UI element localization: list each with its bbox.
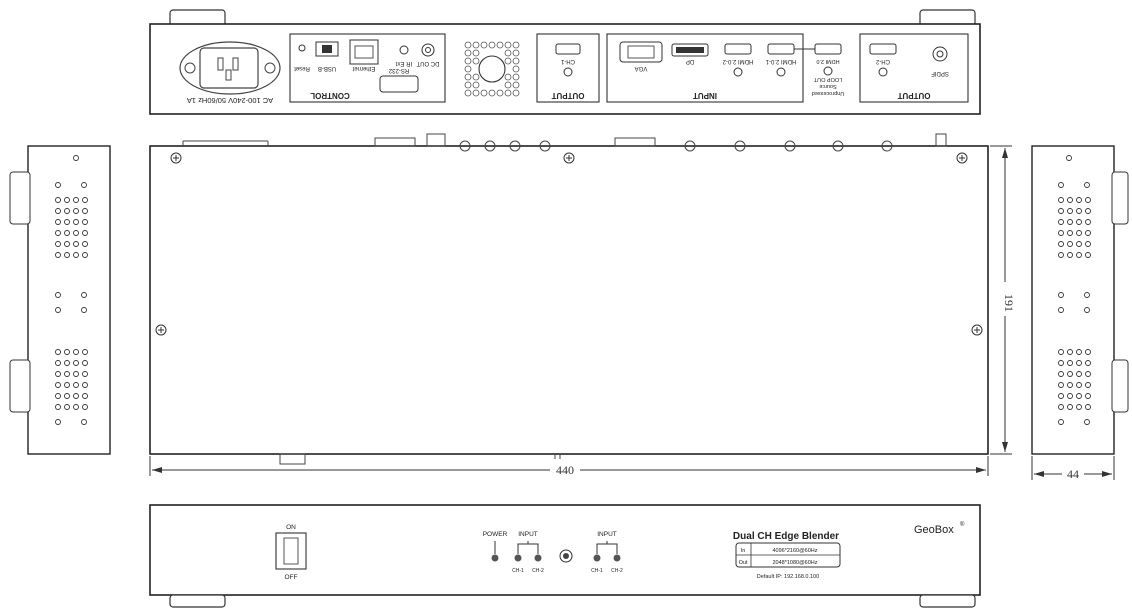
dc-out-label: DC OUT [416,60,439,66]
default-ip: Default IP: 192.168.0.100 [757,574,819,580]
spdif-label: SPDIF [931,70,949,76]
input1-ch1-led-icon [514,554,522,562]
rear-panel: AC 100-240V 50/60Hz 1A Reset USB-B Ether… [149,9,981,115]
input1-ch2-label: CH-2 [532,568,544,574]
brand-mark: ® [960,521,965,528]
ir-ext-label: IR Ext [396,60,413,66]
vga-label: VGA [635,65,648,71]
hdmi-2-0-1-label: HDMI 2.0-1 [765,58,796,64]
left-side-view [9,145,111,455]
reset-label: Reset [294,65,310,71]
input2-ch1-led-icon [593,554,601,562]
top-view [149,133,989,465]
input-label-2: INPUT [597,531,617,538]
input-label-1: INPUT [518,531,538,538]
power-label: POWER [483,531,508,538]
ch1-out-label: CH-1 [560,58,575,64]
output-right-label: OUTPUT [897,91,930,100]
output-left-label: OUTPUT [551,91,584,100]
in-value: 4096*2160@60Hz [772,548,817,554]
out-value: 2048*1080@60Hz [772,560,817,566]
in-label: In [741,548,746,554]
width-value: 440 [556,463,574,477]
input1-ch2-led-icon [534,554,542,562]
product-name: Dual CH Edge Blender [733,531,839,542]
right-side-view: 44 [1031,145,1129,481]
width-dimension: 440 [149,456,989,477]
height-dimension: 44 [1031,456,1115,481]
brand-name: GeoBox [914,524,954,536]
ethernet-label: Ethernet [352,65,375,71]
control-group-label: CONTROL [310,91,350,100]
device-drawing: AC 100-240V 50/60Hz 1A Reset USB-B Ether… [9,9,1129,608]
power-rating-label: AC 100-240V 50/60Hz 1A [187,96,273,105]
height-value: 44 [1067,467,1079,481]
input2-ch2-label: CH-2 [611,568,623,574]
front-panel: ON OFF POWER INPUT CH-1 CH-2 INPUT CH-1 … [149,504,981,608]
input1-ch1-label: CH-1 [512,568,524,574]
out-label: Out [739,560,748,566]
loop-label-3: Source [819,83,836,89]
usb-label: USB-B [318,65,336,71]
dp-label: DP [686,58,694,64]
ch2-out-label: CH-2 [875,58,890,64]
depth-dimension: 191 [990,145,1016,455]
switch-on-label: ON [286,524,296,531]
input-group-label: INPUT [693,91,717,100]
loop-label-1: HDMI 2.0 [816,58,839,64]
loop-label-4: Unprocessed [812,90,844,96]
input2-ch1-label: CH-1 [591,568,603,574]
loop-label-2: LOOP OUT [813,76,842,82]
hdmi-2-0-2-label: HDMI 2.0-2 [722,58,753,64]
depth-value: 191 [1002,294,1016,312]
input2-ch2-led-icon [613,554,621,562]
rs232-label: RS-232 [388,67,409,73]
power-led-icon [491,554,499,562]
switch-off-label: OFF [285,574,298,581]
